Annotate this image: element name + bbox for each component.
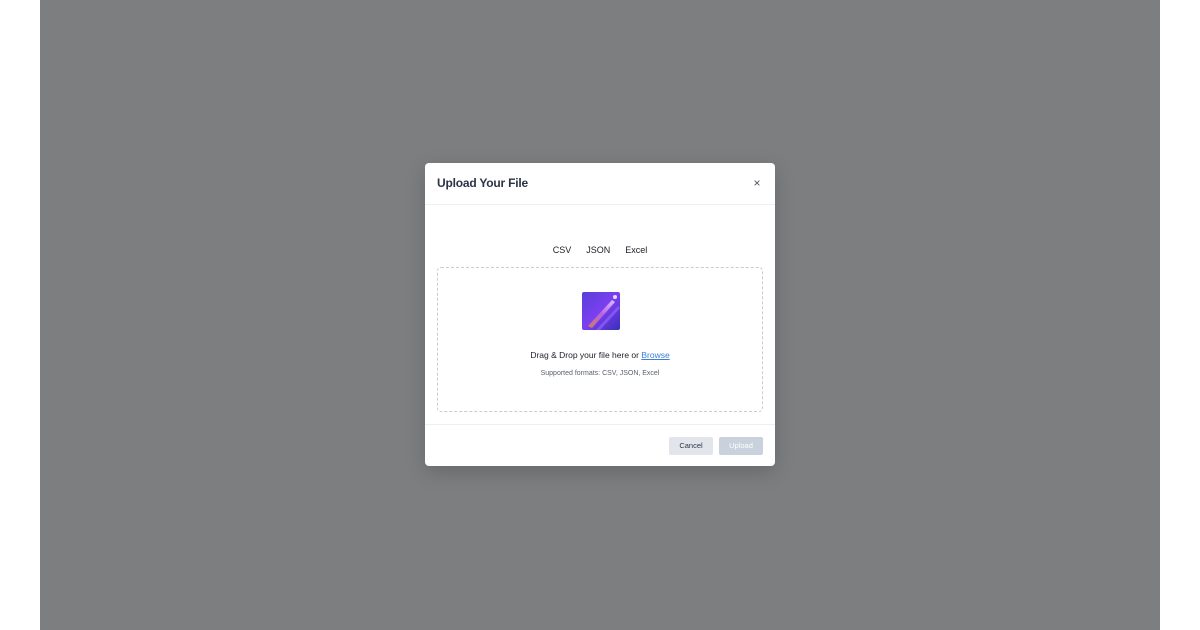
drag-drop-text: Drag & Drop your file here or — [530, 350, 642, 360]
modal-title: Upload Your File — [437, 176, 529, 190]
drop-instructions: Drag & Drop your file here or Browse — [438, 350, 762, 360]
page: Upload Your File × CSV JSON Excel Drag &… — [0, 0, 1200, 630]
file-dropzone[interactable]: Drag & Drop your file here or Browse Sup… — [437, 267, 763, 412]
cancel-button[interactable]: Cancel — [669, 437, 713, 455]
image-thumbnail-icon — [582, 292, 620, 330]
tab-csv[interactable]: CSV — [553, 243, 572, 257]
browse-link[interactable]: Browse — [641, 350, 669, 360]
modal-header: Upload Your File × — [425, 163, 775, 205]
upload-modal: Upload Your File × CSV JSON Excel Drag &… — [425, 163, 775, 466]
close-button[interactable]: × — [749, 175, 765, 191]
tab-json[interactable]: JSON — [586, 243, 610, 257]
modal-footer: Cancel Upload — [425, 424, 775, 466]
close-icon: × — [753, 176, 761, 190]
tab-excel[interactable]: Excel — [625, 243, 647, 257]
upload-button[interactable]: Upload — [719, 437, 763, 455]
supported-formats-text: Supported formats: CSV, JSON, Excel — [540, 370, 660, 377]
format-tabs: CSV JSON Excel — [425, 243, 775, 257]
